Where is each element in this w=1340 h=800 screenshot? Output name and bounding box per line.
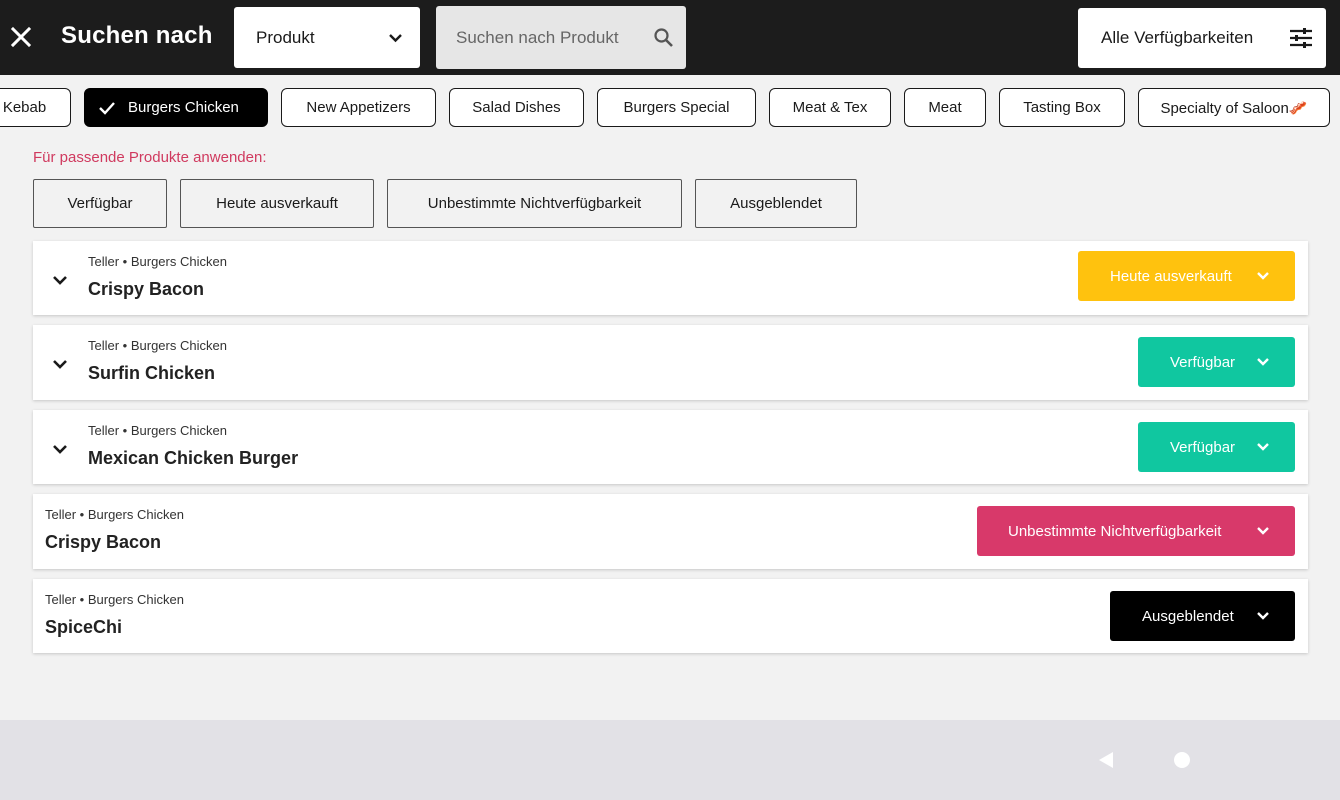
bulk-button-label: Ausgeblendet <box>730 195 822 212</box>
status-dropdown[interactable]: Verfügbar <box>1138 422 1295 472</box>
chip-meat[interactable]: Meat <box>904 88 986 127</box>
bulk-button-label: Unbestimmte Nichtverfügbarkeit <box>427 195 642 212</box>
product-meta: Teller • Burgers Chicken <box>88 423 227 438</box>
circle-home-icon[interactable] <box>1174 752 1190 768</box>
status-label: Verfügbar <box>1170 438 1236 456</box>
status-dropdown[interactable]: Unbestimmte Nichtverfügbarkeit <box>977 506 1295 556</box>
chevron-down-icon <box>1255 523 1271 539</box>
chip-burgers-special[interactable]: Burgers Special <box>597 88 756 127</box>
product-meta: Teller • Burgers Chicken <box>88 254 227 269</box>
chip-label: Burgers Chicken <box>128 99 239 116</box>
search-icon[interactable] <box>652 26 676 50</box>
chip-label: Specialty of Saloon🥓 <box>1160 99 1308 117</box>
status-label: Ausgeblendet <box>1142 607 1234 625</box>
bulk-button-label: Heute ausverkauft <box>216 195 338 212</box>
search-type-value: Produkt <box>256 27 315 47</box>
product-name: Crispy Bacon <box>88 279 205 299</box>
chip-label: Tasting Box <box>1023 99 1101 116</box>
product-name: SpiceChi <box>45 617 123 637</box>
bulk-sold-out-today-button[interactable]: Heute ausverkauft <box>180 179 374 228</box>
search-input[interactable] <box>436 6 686 69</box>
expand-button[interactable] <box>50 439 70 459</box>
chip-label: Burgers Special <box>623 99 730 116</box>
chip-burgers-chicken[interactable]: Burgers Chicken <box>84 88 268 127</box>
product-name: Crispy Bacon <box>45 532 162 552</box>
status-label: Unbestimmte Nichtverfügbarkeit <box>1008 522 1222 540</box>
chip-meat-tex[interactable]: Meat & Tex <box>769 88 891 127</box>
sliders-icon <box>1290 28 1312 48</box>
search-field <box>436 6 686 69</box>
chevron-down-icon <box>1255 608 1271 624</box>
chevron-down-icon <box>1255 268 1271 284</box>
category-chips: Kebab Burgers Chicken New Appetizers Sal… <box>0 88 1340 128</box>
chip-specialty-of-saloon[interactable]: Specialty of Saloon🥓 <box>1138 88 1330 127</box>
check-icon <box>97 98 117 118</box>
chip-label: Meat <box>928 99 962 116</box>
product-row[interactable]: Teller • Burgers Chicken Crispy Bacon He… <box>33 241 1308 315</box>
search-type-select[interactable]: Produkt <box>234 7 420 68</box>
expand-button[interactable] <box>50 354 70 374</box>
status-dropdown[interactable]: Ausgeblendet <box>1110 591 1295 641</box>
product-row[interactable]: Teller • Burgers Chicken SpiceChi Ausgeb… <box>33 579 1308 653</box>
chevron-down-icon <box>1255 354 1271 370</box>
chip-new-appetizers[interactable]: New Appetizers <box>281 88 436 127</box>
bulk-available-button[interactable]: Verfügbar <box>33 179 167 228</box>
chip-label: New Appetizers <box>306 99 411 116</box>
chip-label: Meat & Tex <box>792 99 868 116</box>
status-dropdown[interactable]: Verfügbar <box>1138 337 1295 387</box>
bulk-hidden-button[interactable]: Ausgeblendet <box>695 179 857 228</box>
triangle-back-icon[interactable] <box>1097 751 1115 769</box>
availability-filter-button[interactable]: Alle Verfügbarkeiten <box>1078 8 1326 68</box>
product-meta: Teller • Burgers Chicken <box>45 507 184 522</box>
system-nav-bar <box>0 720 1340 800</box>
chip-kebab[interactable]: Kebab <box>0 88 71 127</box>
status-label: Verfügbar <box>1170 353 1236 371</box>
product-row[interactable]: Teller • Burgers Chicken Surfin Chicken … <box>33 325 1308 400</box>
chip-label: Kebab <box>2 99 47 116</box>
apply-label: Für passende Produkte anwenden: <box>33 149 267 166</box>
close-icon <box>10 26 32 48</box>
chevron-down-icon <box>389 34 402 43</box>
chevron-down-icon <box>1255 439 1271 455</box>
availability-filter-label: Alle Verfügbarkeiten <box>1101 28 1254 47</box>
page-title: Suchen nach <box>61 22 213 49</box>
product-meta: Teller • Burgers Chicken <box>45 592 184 607</box>
product-name: Mexican Chicken Burger <box>88 448 299 468</box>
chevron-down-icon <box>53 276 67 285</box>
bulk-indefinite-unavailable-button[interactable]: Unbestimmte Nichtverfügbarkeit <box>387 179 682 228</box>
product-row[interactable]: Teller • Burgers Chicken Crispy Bacon Un… <box>33 494 1308 569</box>
expand-button[interactable] <box>50 270 70 290</box>
chevron-down-icon <box>53 445 67 454</box>
product-meta: Teller • Burgers Chicken <box>88 338 227 353</box>
chip-label: Salad Dishes <box>472 99 561 116</box>
product-name: Surfin Chicken <box>88 363 216 383</box>
chip-salad-dishes[interactable]: Salad Dishes <box>449 88 584 127</box>
product-row[interactable]: Teller • Burgers Chicken Mexican Chicken… <box>33 410 1308 484</box>
bulk-button-label: Verfügbar <box>67 195 133 212</box>
close-button[interactable] <box>6 22 36 52</box>
status-label: Heute ausverkauft <box>1110 267 1232 285</box>
chevron-down-icon <box>53 360 67 369</box>
top-bar: Suchen nach Produkt Alle Verfügbarkeiten <box>0 0 1340 75</box>
chip-tasting-box[interactable]: Tasting Box <box>999 88 1125 127</box>
status-dropdown[interactable]: Heute ausverkauft <box>1078 251 1295 301</box>
